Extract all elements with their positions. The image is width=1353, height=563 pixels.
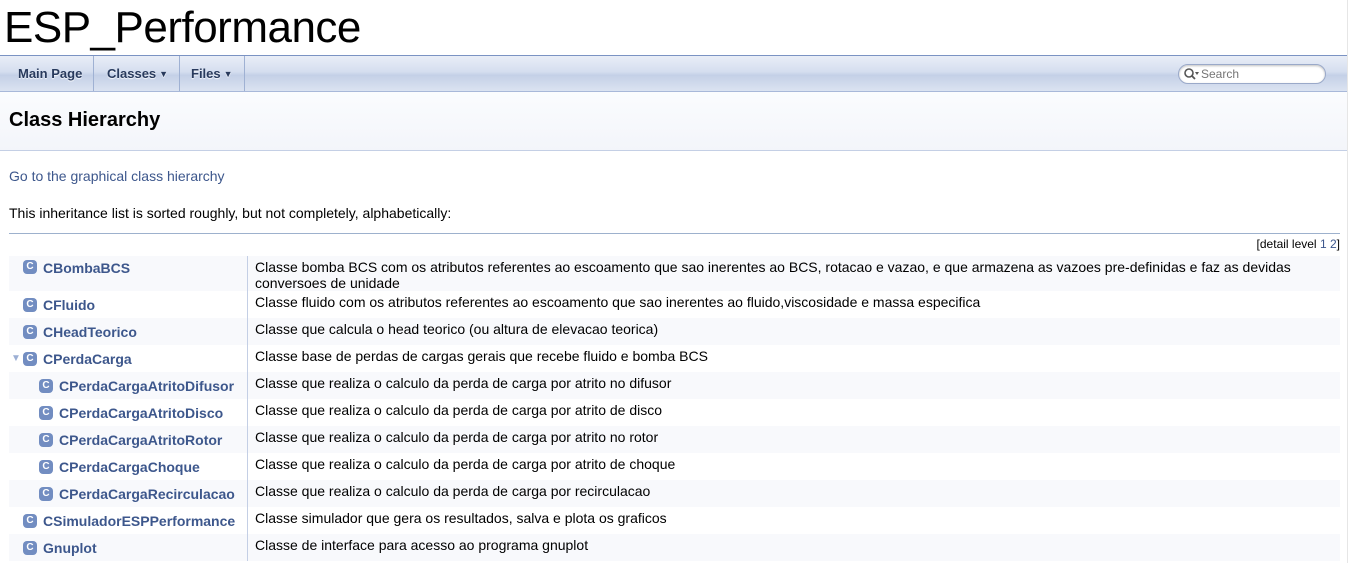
divider: [9, 233, 1340, 234]
class-link[interactable]: CPerdaCargaRecirculacao: [59, 486, 235, 502]
class-name-cell: ▼ C CPerdaCarga: [9, 345, 248, 372]
class-description: Classe simulador que gera os resultados,…: [255, 510, 667, 526]
table-row: C Gnuplot Classe de interface para acesso …: [9, 534, 1340, 561]
class-icon: C: [23, 260, 37, 274]
detail-level-2-link[interactable]: 2: [1330, 237, 1337, 251]
class-icon: C: [39, 405, 53, 420]
class-description: Classe fluido com os atributos referente…: [255, 294, 981, 310]
class-description: Classe que calcula o head teorico (ou al…: [255, 321, 659, 337]
class-name-cell: C Gnuplot: [9, 534, 248, 561]
nav-classes-menu[interactable]: Classes ▼: [96, 56, 181, 91]
navbar: Main Page Classes ▼ Files ▼: [0, 55, 1347, 92]
class-link[interactable]: CPerdaCargaAtritoRotor: [59, 432, 222, 448]
table-row: C CFluido Classe fluido com os atributos r…: [9, 291, 1340, 318]
table-row: C CPerdaCargaAtritoDisco Classe que realiz…: [9, 399, 1340, 426]
class-name-cell: C CSimuladorESPPerformance: [9, 507, 248, 534]
class-icon: C: [39, 378, 53, 393]
search-icon[interactable]: [1183, 67, 1199, 82]
table-row: C CHeadTeorico Classe que calcula o head t…: [9, 318, 1340, 345]
class-link[interactable]: CHeadTeorico: [43, 324, 137, 340]
nav-files-label: Files: [191, 66, 221, 81]
detail-level-1-link[interactable]: 1: [1320, 237, 1327, 251]
class-icon: C: [23, 540, 37, 555]
class-hierarchy-table: C CBombaBCS Classe bomba BCS com os atribu…: [9, 256, 1340, 561]
table-row: C CPerdaCargaAtritoDifusor Classe que real…: [9, 372, 1340, 399]
class-icon: C: [39, 486, 53, 501]
dropdown-caret-icon: ▼: [223, 69, 233, 79]
class-description: Classe que realiza o calculo da perda de…: [255, 456, 676, 472]
intro-text: This inheritance list is sorted roughly,…: [9, 205, 452, 221]
class-description: Classe que realiza o calculo da perda de…: [255, 375, 672, 391]
nav-classes-label: Classes: [107, 66, 157, 81]
detail-level-close: ]: [1336, 237, 1340, 251]
table-row: C CSimuladorESPPerformance Classe simulado…: [9, 507, 1340, 534]
nav-files-menu[interactable]: Files ▼: [180, 56, 245, 91]
project-title: ESP_Performance: [4, 3, 361, 52]
class-name-cell: C CPerdaCargaAtritoRotor: [9, 426, 248, 453]
page-title: Class Hierarchy: [9, 109, 161, 131]
class-link[interactable]: Gnuplot: [43, 540, 97, 556]
class-link[interactable]: CPerdaCargaChoque: [59, 459, 200, 475]
class-description: Classe bomba BCS com os atributos refere…: [255, 259, 1291, 291]
class-link[interactable]: CSimuladorESPPerformance: [43, 513, 235, 529]
table-row: ▼ C CPerdaCarga Classe base de perdas de ca…: [9, 345, 1340, 372]
expand-arrow-icon[interactable]: ▼: [11, 353, 23, 364]
class-description: Classe que realiza o calculo da perda de…: [255, 402, 663, 418]
table-row: C CPerdaCargaAtritoRotor Classe que realiz…: [9, 426, 1340, 453]
nav-main-page-label: Main Page: [18, 66, 83, 81]
class-name-cell: C CBombaBCS: [9, 256, 248, 291]
class-icon: C: [39, 432, 53, 447]
class-name-cell: C CHeadTeorico: [9, 318, 248, 345]
class-description: Classe que realiza o calculo da perda de…: [255, 429, 659, 445]
class-link[interactable]: CFluido: [43, 297, 95, 313]
class-link[interactable]: CPerdaCargaAtritoDisco: [59, 405, 223, 421]
class-description: Classe base de perdas de cargas gerais q…: [255, 348, 708, 364]
class-name-cell: C CFluido: [9, 291, 248, 318]
class-icon: C: [23, 297, 37, 312]
class-link[interactable]: CPerdaCarga: [43, 351, 132, 367]
nav-main-page[interactable]: Main Page: [0, 56, 95, 91]
class-name-cell: C CPerdaCargaChoque: [9, 453, 248, 480]
dropdown-caret-icon: ▼: [159, 69, 169, 79]
class-link[interactable]: CBombaBCS: [43, 260, 130, 276]
window-scrollbar-edge: [1347, 0, 1353, 563]
page-header: Class Hierarchy: [0, 92, 1347, 151]
detail-level-label: [detail level: [1256, 237, 1317, 251]
search-input[interactable]: [1201, 66, 1319, 82]
class-description: Classe de interface para acesso ao progr…: [255, 537, 589, 553]
class-icon: C: [23, 513, 37, 528]
class-icon: C: [23, 351, 37, 366]
class-description: Classe que realiza o calculo da perda de…: [255, 483, 651, 499]
class-name-cell: C CPerdaCargaAtritoDisco: [9, 399, 248, 426]
class-icon: C: [23, 324, 37, 339]
detail-level-selector: [detail level 1 2]: [1257, 237, 1340, 251]
table-row: C CBombaBCS Classe bomba BCS com os atribu…: [9, 256, 1340, 291]
table-row: C CPerdaCargaRecirculacao Classe que reali…: [9, 480, 1340, 507]
class-icon: C: [39, 459, 53, 474]
table-row: C CPerdaCargaChoque Classe que realiza o c…: [9, 453, 1340, 480]
search-box[interactable]: [1178, 64, 1326, 84]
graphical-hierarchy-link[interactable]: Go to the graphical class hierarchy: [9, 168, 225, 184]
class-name-cell: C CPerdaCargaAtritoDifusor: [9, 372, 248, 399]
class-name-cell: C CPerdaCargaRecirculacao: [9, 480, 248, 507]
class-link[interactable]: CPerdaCargaAtritoDifusor: [59, 378, 234, 394]
